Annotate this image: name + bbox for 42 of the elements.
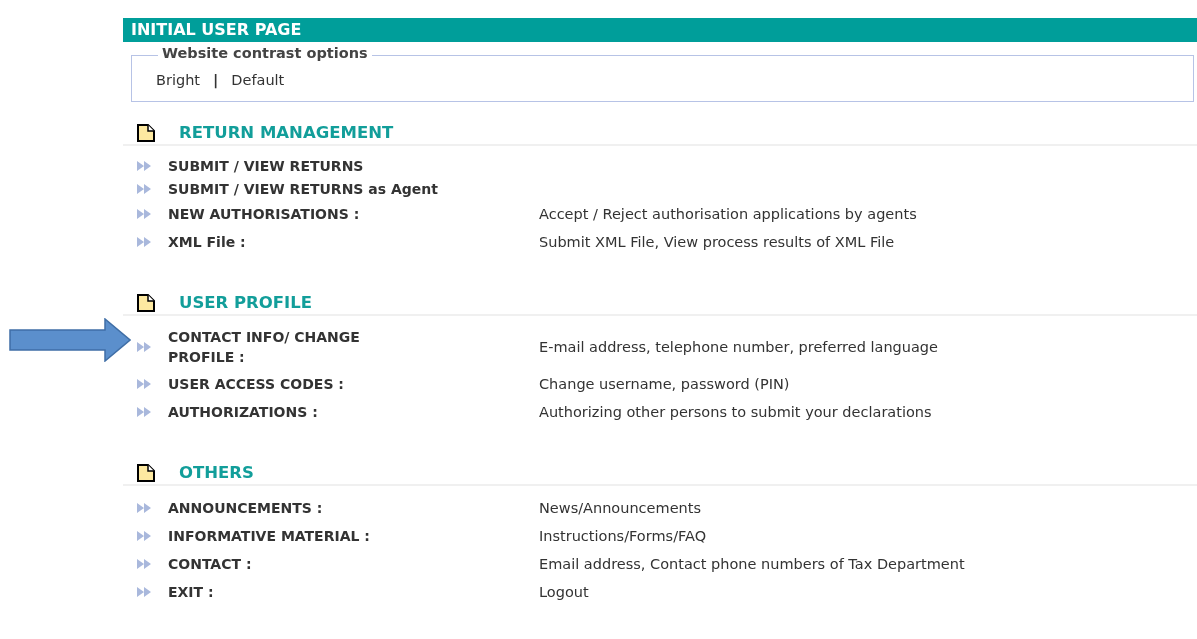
double-arrow-icon [137,407,151,417]
menu-link[interactable]: AUTHORIZATIONS : [168,402,468,422]
document-icon [137,464,155,482]
contrast-link[interactable]: Default [231,72,285,88]
double-arrow-icon [137,503,151,513]
menu-link[interactable]: EXIT : [168,582,468,602]
menu-link[interactable]: XML File : [168,232,468,252]
section-heading: OTHERS [179,464,254,482]
double-arrow-icon [137,209,151,219]
double-arrow-icon [137,160,151,171]
link-description: Submit XML File, View process results of XML File [539,234,895,250]
contrast-link[interactable]: Bright [156,72,201,88]
menu-link[interactable]: CONTACT INFO/ CHANGE PROFILE : [168,327,408,367]
link-description: E-mail address, telephone number, preferred language [539,339,938,355]
link-description: Email address, Contact phone numbers of Tax Department [539,556,965,572]
page-title: INITIAL USER PAGE [123,18,1197,42]
menu-link[interactable]: SUBMIT / VIEW RETURNS [168,155,364,176]
double-arrow-icon [137,531,151,541]
menu-link[interactable]: INFORMATIVE MATERIAL : [168,526,468,546]
menu-link[interactable]: ANNOUNCEMENTS : [168,498,468,518]
document-icon [137,124,155,142]
double-arrow-icon [137,587,151,597]
link-description: News/Announcements [539,500,701,516]
link-description: Authorizing other persons to submit your declarations [539,404,932,420]
double-arrow-icon [137,183,151,194]
separator: | [213,72,219,88]
menu-link[interactable]: NEW AUTHORISATIONS : [168,204,468,224]
menu-link[interactable]: CONTACT : [168,554,468,574]
link-description: Logout [539,584,589,600]
section-heading: USER PROFILE [179,294,313,312]
link-description: Accept / Reject authorisation applications by agents [539,206,917,222]
document-icon [137,294,155,312]
double-arrow-icon [137,342,151,352]
double-arrow-icon [137,237,151,247]
menu-link[interactable]: SUBMIT / VIEW RETURNS as Agent [168,178,438,199]
section-heading: RETURN MANAGEMENT [179,124,394,142]
link-description: Instructions/Forms/FAQ [539,528,707,544]
menu-link[interactable]: USER ACCESS CODES : [168,374,468,394]
double-arrow-icon [137,379,151,389]
double-arrow-icon [137,559,151,569]
link-description: Change username, password (PIN) [539,376,790,392]
panel-legend: Website contrast options [158,45,372,61]
